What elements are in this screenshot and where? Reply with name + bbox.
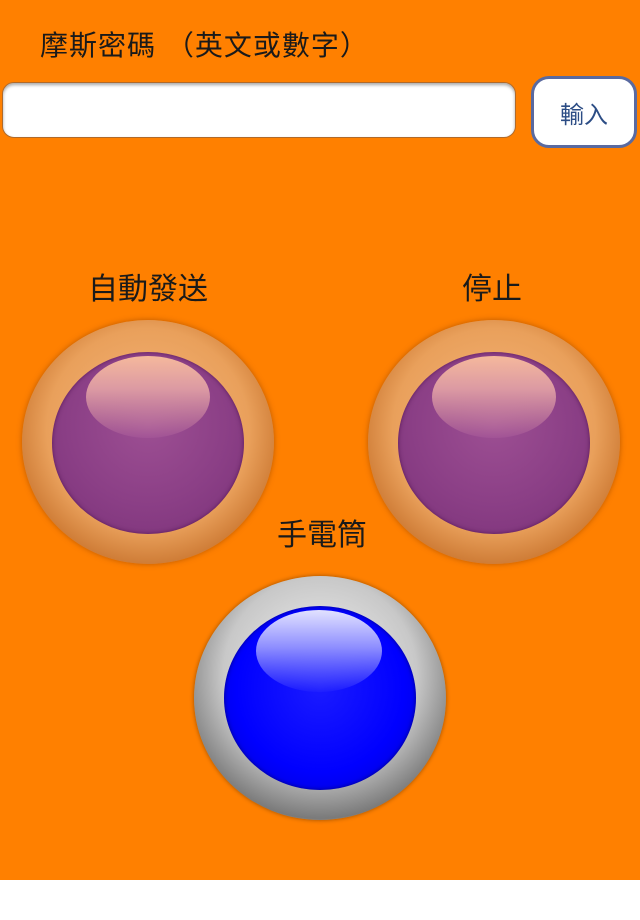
app-screen: 摩斯密碼 （英文或數字） 輸入 自動發送 停止 手電筒 (0, 0, 640, 880)
stop-label: 停止 (462, 272, 522, 307)
flashlight-button-highlight (256, 610, 382, 692)
auto-send-button[interactable] (22, 320, 274, 564)
stop-button[interactable] (368, 320, 620, 564)
morse-text-input[interactable] (2, 82, 516, 138)
flashlight-button[interactable] (194, 576, 446, 820)
bottom-blank-area (0, 880, 640, 920)
submit-button-label: 輸入 (560, 100, 608, 129)
auto-send-button-face (52, 352, 244, 534)
flashlight-label: 手電筒 (277, 518, 367, 553)
auto-send-button-highlight (86, 356, 210, 438)
stop-button-face (398, 352, 590, 534)
auto-send-label: 自動發送 (88, 272, 208, 307)
submit-button[interactable]: 輸入 (531, 76, 637, 148)
flashlight-button-face (224, 606, 416, 790)
page-title: 摩斯密碼 （英文或數字） (40, 29, 369, 62)
stop-button-highlight (432, 356, 556, 438)
